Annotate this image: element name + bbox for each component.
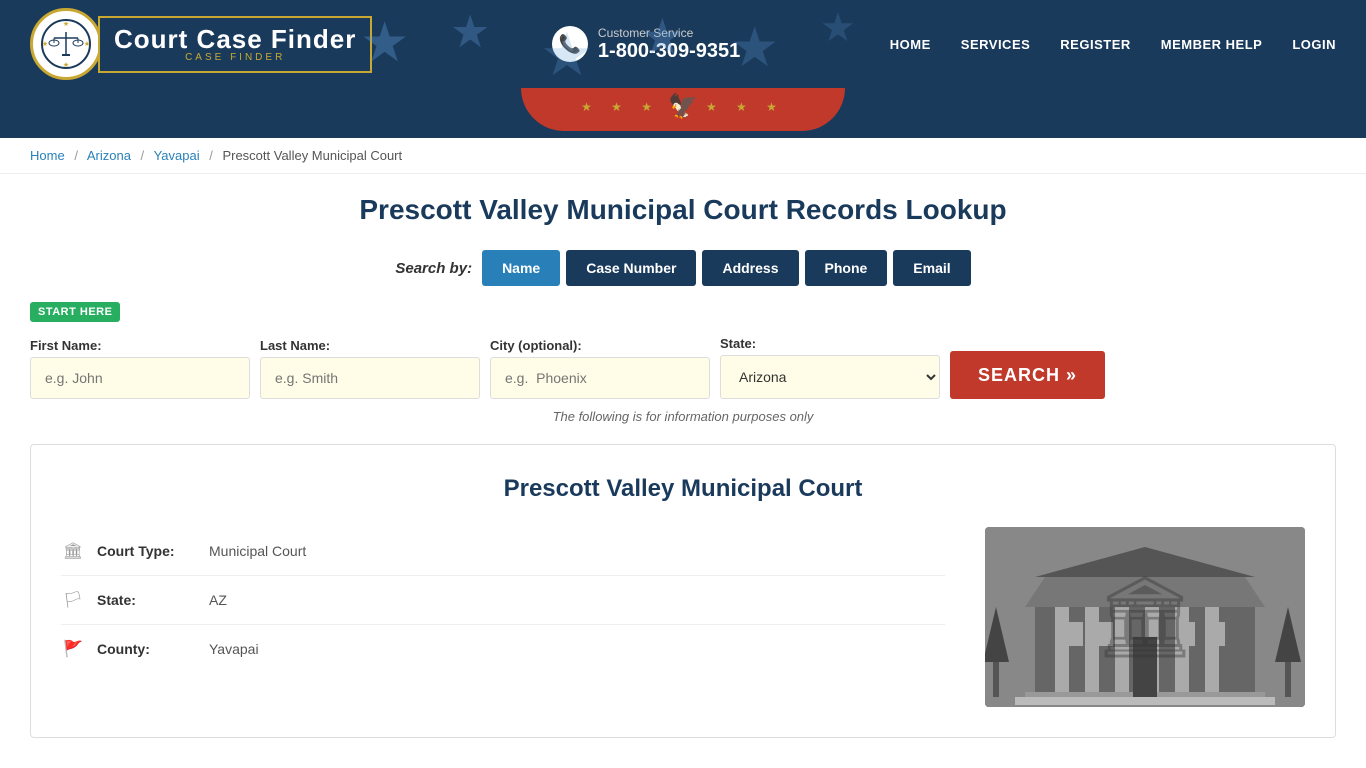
court-card-title: Prescott Valley Municipal Court bbox=[61, 475, 1305, 503]
tab-case-number[interactable]: Case Number bbox=[566, 250, 696, 286]
first-name-label: First Name: bbox=[30, 338, 250, 353]
start-here-badge: START HERE bbox=[30, 302, 120, 322]
courthouse-svg bbox=[985, 527, 1305, 707]
left-stars: ★ ★ ★ bbox=[581, 100, 660, 114]
state-label: State: bbox=[720, 336, 940, 351]
tab-name[interactable]: Name bbox=[482, 250, 560, 286]
cs-phone: 1-800-309-9351 bbox=[598, 40, 740, 63]
logo-text: Court Case Finder CASE FINDER bbox=[98, 16, 372, 73]
search-by-label: Search by: bbox=[395, 260, 472, 277]
city-input[interactable] bbox=[490, 357, 710, 399]
search-form: First Name: Last Name: City (optional): … bbox=[30, 336, 1336, 399]
logo-court-text: Court Case Finder bbox=[114, 26, 356, 52]
building-icon: 🏛 bbox=[61, 541, 85, 561]
svg-text:★: ★ bbox=[63, 61, 69, 69]
tab-email[interactable]: Email bbox=[893, 250, 970, 286]
eagle-icon: 🦅 bbox=[668, 92, 698, 121]
court-type-value: Municipal Court bbox=[209, 543, 306, 559]
right-stars: ★ ★ ★ bbox=[706, 100, 785, 114]
nav-member-help[interactable]: MEMBER HELP bbox=[1161, 37, 1263, 52]
nav-services[interactable]: SERVICES bbox=[961, 37, 1031, 52]
logo-icon: ★ ★ ★ ★ bbox=[30, 8, 102, 80]
nav-home[interactable]: HOME bbox=[890, 37, 931, 52]
breadcrumb-arizona[interactable]: Arizona bbox=[87, 148, 131, 163]
search-by-row: Search by: Name Case Number Address Phon… bbox=[30, 250, 1336, 286]
svg-text:★: ★ bbox=[42, 40, 48, 48]
breadcrumb-yavapai[interactable]: Yavapai bbox=[154, 148, 200, 163]
first-name-input[interactable] bbox=[30, 357, 250, 399]
cs-info: Customer Service 1-800-309-9351 bbox=[598, 26, 740, 63]
court-image bbox=[985, 527, 1305, 707]
state-select[interactable]: Arizona Alabama Alaska California Colora… bbox=[720, 355, 940, 399]
city-label: City (optional): bbox=[490, 338, 710, 353]
court-info-rows: 🏛 Court Type: Municipal Court 🏳 State: A… bbox=[61, 527, 945, 707]
state-group: State: Arizona Alabama Alaska California… bbox=[720, 336, 940, 399]
court-details: 🏛 Court Type: Municipal Court 🏳 State: A… bbox=[61, 527, 1305, 707]
county-field: County: bbox=[97, 641, 197, 657]
state-field: State: bbox=[97, 592, 197, 608]
phone-icon: 📞 bbox=[552, 26, 588, 62]
customer-service: 📞 Customer Service 1-800-309-9351 bbox=[552, 26, 740, 63]
court-type-field: Court Type: bbox=[97, 543, 197, 559]
logo-svg: ★ ★ ★ ★ bbox=[40, 18, 92, 70]
tab-phone[interactable]: Phone bbox=[805, 250, 888, 286]
first-name-group: First Name: bbox=[30, 338, 250, 399]
flag-icon: 🏳 bbox=[61, 590, 85, 610]
breadcrumb-sep1: / bbox=[74, 148, 78, 163]
state-value: AZ bbox=[209, 592, 227, 608]
eagle-banner: ★ ★ ★ 🦅 ★ ★ ★ bbox=[0, 88, 1366, 138]
info-row-county: 🚩 County: Yavapai bbox=[61, 625, 945, 673]
breadcrumb: Home / Arizona / Yavapai / Prescott Vall… bbox=[0, 138, 1366, 174]
city-group: City (optional): bbox=[490, 338, 710, 399]
last-name-label: Last Name: bbox=[260, 338, 480, 353]
star-decoration: ★ bbox=[820, 5, 856, 51]
court-card: Prescott Valley Municipal Court 🏛 Court … bbox=[30, 444, 1336, 738]
info-row-court-type: 🏛 Court Type: Municipal Court bbox=[61, 527, 945, 576]
page-title: Prescott Valley Municipal Court Records … bbox=[30, 194, 1336, 226]
location-icon: 🚩 bbox=[61, 639, 85, 659]
info-row-state: 🏳 State: AZ bbox=[61, 576, 945, 625]
breadcrumb-current: Prescott Valley Municipal Court bbox=[222, 148, 402, 163]
breadcrumb-home[interactable]: Home bbox=[30, 148, 65, 163]
cs-label: Customer Service bbox=[598, 26, 740, 40]
last-name-input[interactable] bbox=[260, 357, 480, 399]
nav-register[interactable]: REGISTER bbox=[1060, 37, 1130, 52]
tab-address[interactable]: Address bbox=[702, 250, 798, 286]
eagle-container: ★ ★ ★ 🦅 ★ ★ ★ bbox=[521, 88, 845, 131]
svg-text:★: ★ bbox=[84, 40, 90, 48]
main-content: Prescott Valley Municipal Court Records … bbox=[0, 174, 1366, 758]
breadcrumb-sep2: / bbox=[141, 148, 145, 163]
info-note: The following is for information purpose… bbox=[30, 409, 1336, 424]
nav-login[interactable]: LOGIN bbox=[1292, 37, 1336, 52]
star-decoration: ★ bbox=[450, 5, 490, 58]
logo[interactable]: ★ ★ ★ ★ Court Case Finder CASE FINDER bbox=[30, 8, 372, 80]
search-button[interactable]: SEARCH » bbox=[950, 351, 1105, 399]
breadcrumb-sep3: / bbox=[209, 148, 213, 163]
site-header: ★ ★ ★ ★ ★ ★ ★ ★ ★ ★ bbox=[0, 0, 1366, 88]
main-nav: HOME SERVICES REGISTER MEMBER HELP LOGIN bbox=[890, 37, 1336, 52]
svg-text:★: ★ bbox=[63, 20, 69, 28]
county-value: Yavapai bbox=[209, 641, 259, 657]
start-here-container: START HERE bbox=[30, 302, 1336, 330]
last-name-group: Last Name: bbox=[260, 338, 480, 399]
